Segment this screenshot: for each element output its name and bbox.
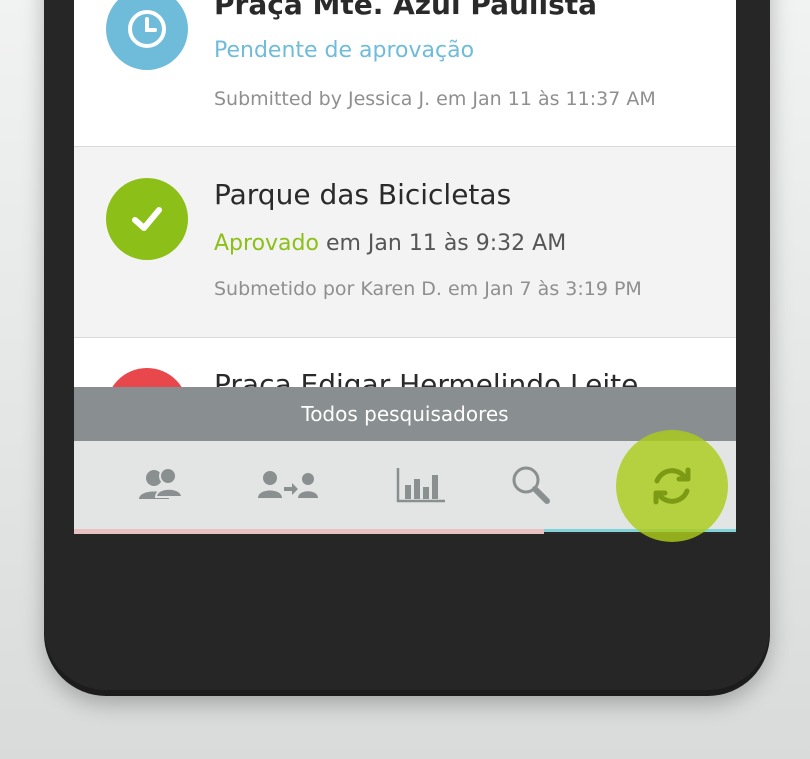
filter-label: Todos pesquisadores [301,402,509,426]
status-line: Aprovado em Jan 11 às 9:32 AM [214,231,566,256]
bar-chart-icon [396,468,445,503]
divider [74,529,544,534]
tab-reports[interactable] [366,441,476,529]
check-icon [106,178,188,260]
list-item[interactable]: Parque das Bicicletas Aprovado em Jan 11… [74,147,736,338]
item-meta: Submetido por Karen D. em Jan 7 às 3:19 … [214,278,642,300]
item-meta: Submitted by Jessica J. em Jan 11 às 11:… [214,88,656,110]
tab-transfer[interactable] [233,441,343,529]
status-approved: Aprovado [214,231,319,256]
sync-icon [653,467,691,505]
clock-icon [106,0,188,70]
users-icon [139,467,184,499]
item-title: Parque das Bicicletas [214,178,512,211]
sync-button[interactable] [616,430,728,542]
researcher-filter-bar[interactable]: Todos pesquisadores [74,387,736,441]
status-pending: Pendente de aprovação [214,38,475,63]
item-title: Praça Mte. Azul Paulista [214,0,598,21]
search-icon [512,466,550,504]
user-transfer-icon [258,471,318,498]
tab-search[interactable] [476,441,586,529]
tab-users[interactable] [106,441,216,529]
status-date: em Jan 11 às 9:32 AM [318,231,567,256]
list-item[interactable]: Praça Mte. Azul Paulista Pendente de apr… [74,0,736,147]
